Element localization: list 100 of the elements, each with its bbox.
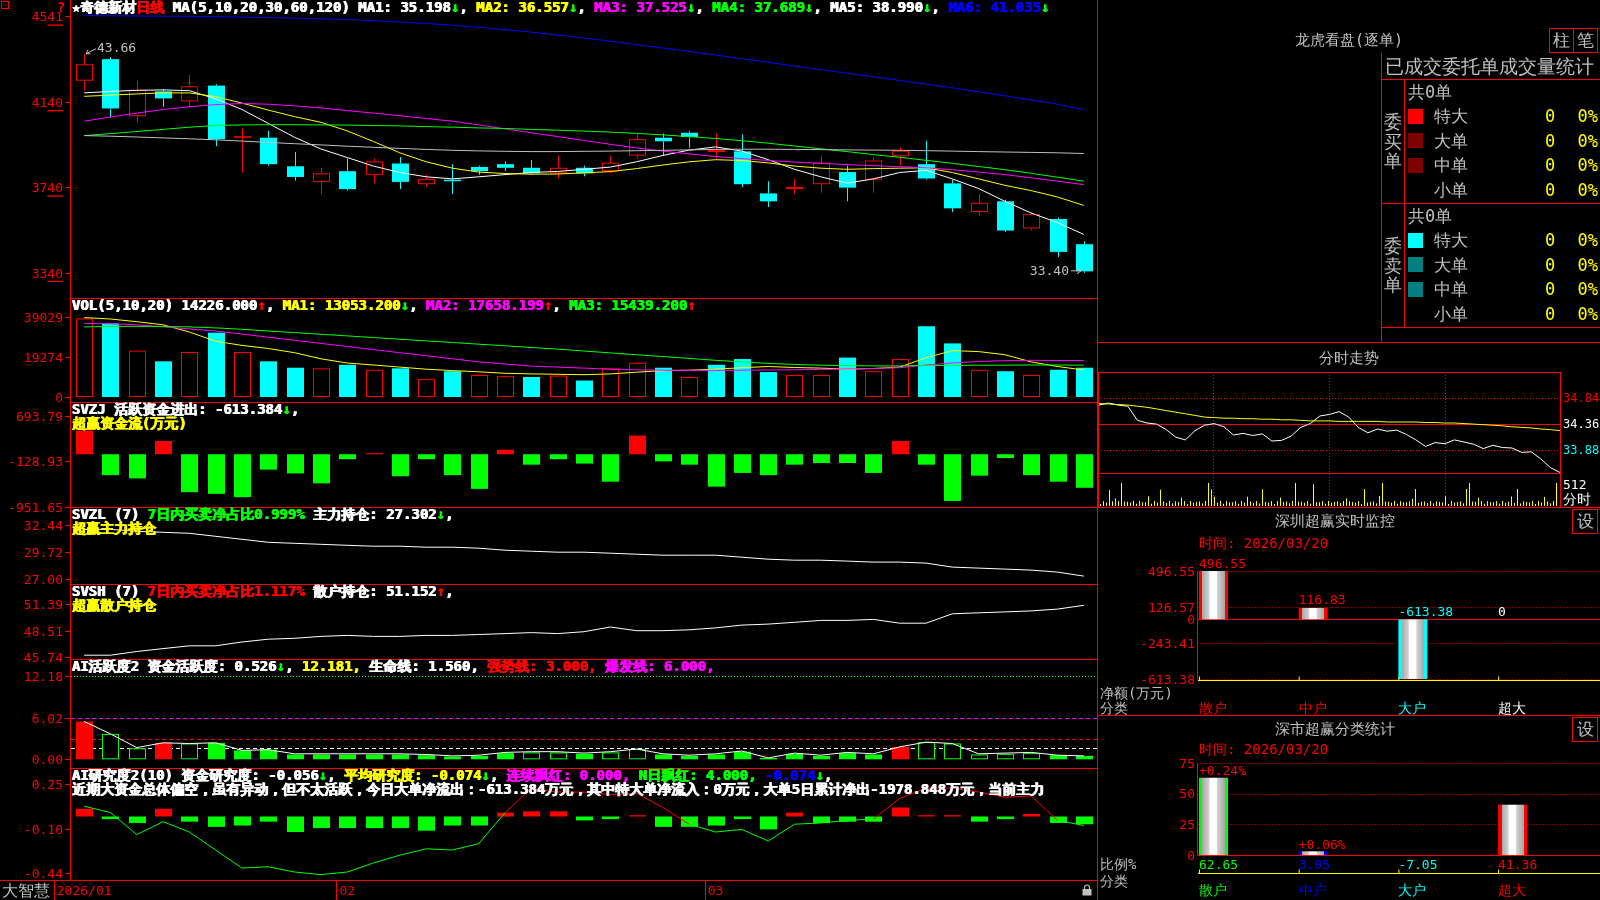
- square-icon: [1, 1, 9, 9]
- brand-name: 大智慧: [2, 881, 50, 900]
- axis-label: 33.88: [1563, 442, 1600, 457]
- settings-button[interactable]: 设: [1572, 717, 1598, 742]
- order-share: 0%: [1577, 303, 1598, 324]
- candle: [1023, 212, 1040, 231]
- order-share: 0%: [1577, 130, 1598, 151]
- indicator-text: AI研究度2(10) 资金研究度: -0.056↓, 平均研究度: -0.074↓, 连续飘红: 0.000, N日飘红: 4.000, -0.074↓,: [72, 768, 833, 782]
- order-size-label: 大单: [1434, 254, 1468, 275]
- candle: [892, 147, 909, 167]
- panel-title: 龙虎看盘(逐单): [1294, 30, 1404, 51]
- candle: [392, 156, 409, 190]
- view-button[interactable]: 柱: [1549, 28, 1574, 53]
- indicator-text: VOL(5,10,20) 14226.000↑, MA1: 13053.200↓, MA2: 17658.199↑, MA3: 15439.200↑: [72, 298, 696, 312]
- axis-label: 0.00: [31, 751, 63, 767]
- axis-label: -0.44: [23, 865, 63, 881]
- value-label: 496.55: [1199, 555, 1246, 571]
- order-share: 0%: [1577, 179, 1598, 200]
- arrow-icon: [85, 48, 97, 55]
- indicator-text: AI活跃度2 资金活跃度: 0.526↓, 12.181, 生命线: 1.560, 强势线: 3.000, 爆发线: 6.000,: [72, 659, 715, 673]
- axis-label: -243.41: [1140, 635, 1195, 651]
- axis-label: 39029: [23, 309, 63, 324]
- axis-title: 净额(万元): [1100, 685, 1173, 701]
- axis-label: -128.93: [8, 453, 63, 469]
- order-size-label: 中单: [1434, 155, 1468, 176]
- axis-label: 6.02: [31, 710, 63, 726]
- category-label: 大户: [1398, 700, 1427, 716]
- order-share: 0%: [1577, 106, 1598, 127]
- candle: [971, 193, 988, 217]
- candle: [944, 179, 961, 213]
- axis-label: 51.39: [23, 596, 63, 611]
- category-label: 大户: [1398, 882, 1427, 898]
- indicator-text: 超赢散户持仓: [72, 598, 156, 612]
- candle: [471, 165, 488, 176]
- axis-label: 12.18: [23, 668, 63, 684]
- candle: [366, 157, 383, 184]
- order-share: 0%: [1577, 279, 1598, 300]
- candle: [997, 199, 1014, 233]
- order-share: 0%: [1577, 230, 1598, 251]
- candle: [1050, 217, 1067, 258]
- candle: [339, 157, 356, 192]
- settings-button[interactable]: 设: [1572, 509, 1598, 534]
- order-size-label: 特大: [1434, 230, 1468, 251]
- timestamp: 时间: 2026/03/20: [1199, 742, 1329, 757]
- lock-icon: [1082, 884, 1092, 896]
- order-count: 0: [1544, 155, 1556, 176]
- group-label: 委卖单: [1384, 235, 1402, 296]
- candle: [734, 133, 751, 188]
- volume-label: 512: [1563, 476, 1587, 492]
- value-label: -613.38: [1398, 603, 1454, 619]
- axis-label: 19274: [23, 349, 63, 365]
- date-label: 03: [707, 883, 724, 898]
- ratio-label: -7.05: [1398, 856, 1438, 872]
- axis-label: 27.00: [23, 571, 63, 587]
- candle: [839, 165, 856, 202]
- order-size-label: 小单: [1434, 303, 1468, 324]
- order-size-label: 中单: [1434, 279, 1468, 300]
- period-label: 分时: [1563, 491, 1591, 507]
- candle: [760, 180, 777, 208]
- candle: [576, 165, 593, 177]
- candle: [497, 160, 514, 172]
- group-label: 委买单: [1384, 111, 1402, 172]
- order-total: 共0单: [1408, 206, 1453, 226]
- order-count: 0: [1544, 106, 1556, 127]
- axis-label: 693.79: [16, 408, 63, 424]
- order-count: 0: [1544, 254, 1556, 275]
- order-size-label: 小单: [1434, 179, 1468, 200]
- candle: [234, 128, 251, 174]
- axis-label: 496.55: [1148, 563, 1195, 579]
- order-count: 0: [1544, 179, 1556, 200]
- view-button[interactable]: 笔: [1573, 28, 1598, 53]
- candle: [681, 130, 698, 149]
- arrow-icon: [1070, 267, 1082, 275]
- order-size-label: 特大: [1434, 106, 1468, 127]
- stats-title: 已成交委托单成交量统计: [1385, 55, 1594, 77]
- indicator-text: SVZJ 活跃资金进出: -613.384↓,: [72, 402, 300, 416]
- axis-label: 4140: [31, 94, 63, 110]
- candle: [918, 140, 935, 181]
- category-label: 散户: [1199, 700, 1227, 716]
- axis-label: 75: [1179, 755, 1195, 771]
- axis-label: 50: [1179, 786, 1195, 802]
- category-label: 中户: [1298, 882, 1327, 898]
- ratio-label: 41.36: [1498, 856, 1538, 872]
- candle: [76, 53, 93, 91]
- timestamp: 时间: 2026/03/20: [1199, 535, 1329, 551]
- order-count: 0: [1544, 230, 1556, 251]
- axis-label: 29.72: [23, 544, 63, 560]
- order-share: 0%: [1577, 155, 1598, 176]
- indicator-text: SVSH (7) 7日内买卖净占比1.117% 散户持仓: 51.152↑,: [72, 584, 454, 598]
- axis-title: 分类: [1100, 873, 1128, 889]
- candle: [208, 83, 225, 147]
- change-label: +0.06%: [1298, 836, 1346, 852]
- candle: [655, 132, 672, 157]
- panel-title: 分时走势: [1319, 348, 1379, 367]
- candle: [287, 151, 304, 182]
- axis-title: 比例%: [1100, 856, 1137, 872]
- candle: [523, 159, 540, 176]
- order-total: 共0单: [1408, 82, 1453, 102]
- axis-label: 32.44: [23, 517, 63, 533]
- candle: [260, 130, 277, 167]
